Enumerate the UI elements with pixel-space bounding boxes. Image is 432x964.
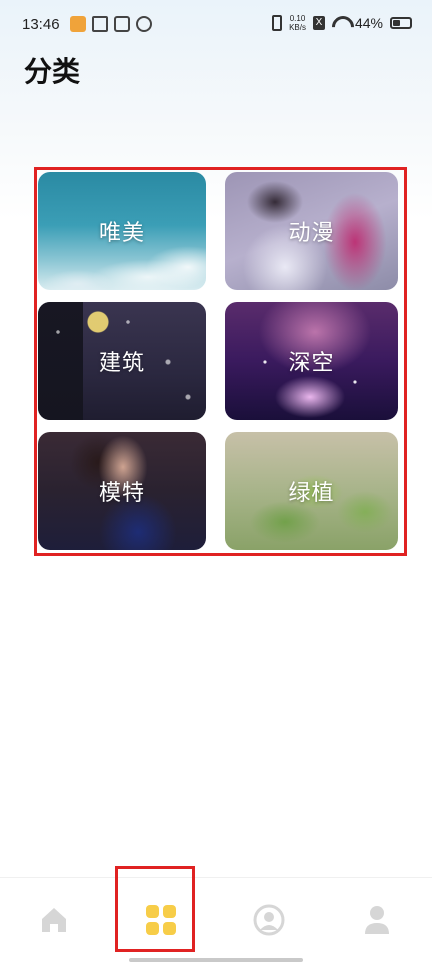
category-label: 唯美 bbox=[98, 221, 145, 246]
notification-icons bbox=[70, 16, 152, 32]
wifi-icon bbox=[332, 16, 348, 30]
category-tile-lvzhi[interactable]: 绿植 bbox=[225, 432, 398, 550]
nav-highlight-frame bbox=[115, 866, 195, 952]
nav-profile[interactable] bbox=[357, 900, 397, 940]
app-notification-icon bbox=[70, 16, 86, 32]
network-speed-value: 0.10 bbox=[289, 14, 306, 23]
home-icon bbox=[42, 908, 66, 932]
bottom-nav bbox=[0, 877, 432, 964]
x-badge-icon: X bbox=[312, 16, 325, 30]
category-tile-shenkong[interactable]: 深空 bbox=[225, 302, 398, 420]
mail-icon bbox=[114, 16, 130, 32]
status-time: 13:46 bbox=[22, 16, 60, 33]
crown-icon bbox=[92, 16, 108, 32]
category-label: 动漫 bbox=[288, 221, 335, 246]
battery-icon bbox=[390, 17, 412, 29]
vibrate-icon bbox=[272, 15, 283, 31]
status-right: 0.10 KB/s X 44% bbox=[272, 14, 412, 32]
page-title: 分类 bbox=[24, 55, 81, 88]
category-label: 绿植 bbox=[288, 481, 335, 506]
category-grid: 唯美 动漫 建筑 深空 模特 绿植 bbox=[38, 172, 400, 550]
explore-circle-icon bbox=[253, 904, 285, 936]
category-tile-jianzhu[interactable]: 建筑 bbox=[38, 302, 206, 420]
gesture-bar[interactable] bbox=[129, 958, 303, 962]
network-speed-unit: KB/s bbox=[289, 23, 306, 32]
category-tile-mote[interactable]: 模特 bbox=[38, 432, 206, 550]
sync-icon bbox=[136, 16, 152, 32]
category-tile-weimei[interactable]: 唯美 bbox=[38, 172, 206, 290]
category-label: 建筑 bbox=[98, 351, 145, 376]
user-icon bbox=[365, 906, 389, 934]
status-bar: 13:46 0.10 KB/s X 44% bbox=[0, 0, 432, 50]
category-tile-dongman[interactable]: 动漫 bbox=[225, 172, 398, 290]
category-label: 深空 bbox=[288, 351, 335, 376]
battery-fill bbox=[393, 20, 400, 26]
network-speed: 0.10 KB/s bbox=[289, 14, 306, 32]
battery-percent: 44% bbox=[354, 15, 383, 31]
nav-explore[interactable] bbox=[249, 900, 289, 940]
category-label: 模特 bbox=[98, 481, 145, 506]
nav-home[interactable] bbox=[34, 900, 74, 940]
